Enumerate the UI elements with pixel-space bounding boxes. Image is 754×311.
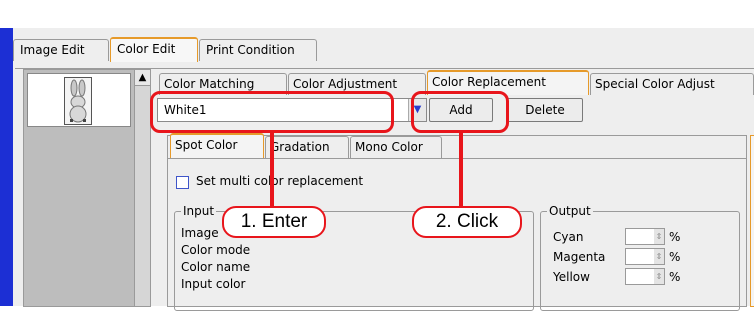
input-color-label: Input color (181, 277, 246, 291)
thumbnail-item[interactable] (27, 73, 131, 127)
yellow-unit: % (669, 270, 681, 284)
rabbit-thumbnail-icon (69, 79, 87, 123)
step2-callout: 2. Click (412, 206, 522, 238)
tab-special-color-adjust[interactable]: Special Color Adjust (590, 73, 754, 95)
spinner-icon[interactable]: ⇕ (654, 249, 664, 264)
yellow-input[interactable]: ⇕ (625, 268, 665, 285)
output-group-title: Output (547, 204, 593, 218)
input-color-name-label: Color name (181, 260, 251, 274)
tab-gradation[interactable]: Gradation (265, 136, 349, 158)
edit-window: Image Edit Color Edit Print Condition ▲ … (13, 28, 754, 311)
scroll-up-arrow-icon[interactable]: ▲ (135, 70, 150, 86)
enter-highlight-box (150, 91, 394, 133)
magenta-unit: % (669, 250, 681, 264)
tab-mono-color[interactable]: Mono Color (350, 136, 442, 158)
output-yellow-label: Yellow (553, 270, 590, 284)
multi-color-replacement-label: Set multi color replacement (196, 174, 364, 188)
thumbnail-image (64, 77, 92, 125)
cyan-input[interactable]: ⇕ (625, 228, 665, 245)
output-group: Output Cyan ⇕ % Magenta ⇕ % Yellow ⇕ % (540, 204, 740, 311)
multi-color-replacement-checkbox[interactable] (176, 176, 189, 189)
window-left-border (0, 28, 13, 306)
cyan-unit: % (669, 230, 681, 244)
output-cyan-label: Cyan (553, 230, 584, 244)
tab-image-edit[interactable]: Image Edit (13, 39, 109, 61)
click-callout-line (459, 131, 463, 209)
thumbnail-panel: ▲ (23, 69, 151, 307)
tab-print-condition[interactable]: Print Condition (199, 39, 317, 61)
output-magenta-label: Magenta (553, 250, 606, 264)
magenta-input[interactable]: ⇕ (625, 248, 665, 265)
delete-button[interactable]: Delete (507, 98, 583, 122)
step1-callout: 1. Enter (222, 206, 326, 238)
thumbnail-scrollbar[interactable]: ▲ (134, 70, 150, 306)
tab-spot-color[interactable]: Spot Color (170, 133, 264, 158)
spinner-icon[interactable]: ⇕ (654, 229, 664, 244)
input-group-title: Input (181, 204, 217, 218)
click-highlight-box (411, 91, 509, 133)
partial-right-panel: F (750, 135, 754, 307)
tab-divider (168, 158, 746, 159)
tab-color-edit[interactable]: Color Edit (110, 37, 198, 62)
top-blank-area (0, 0, 754, 28)
input-image-label: Image (181, 226, 219, 240)
input-color-mode-label: Color mode (181, 243, 251, 257)
app-screenshot: Image Edit Color Edit Print Condition ▲ … (0, 0, 754, 311)
spinner-icon[interactable]: ⇕ (654, 269, 664, 284)
enter-callout-line (270, 131, 274, 209)
